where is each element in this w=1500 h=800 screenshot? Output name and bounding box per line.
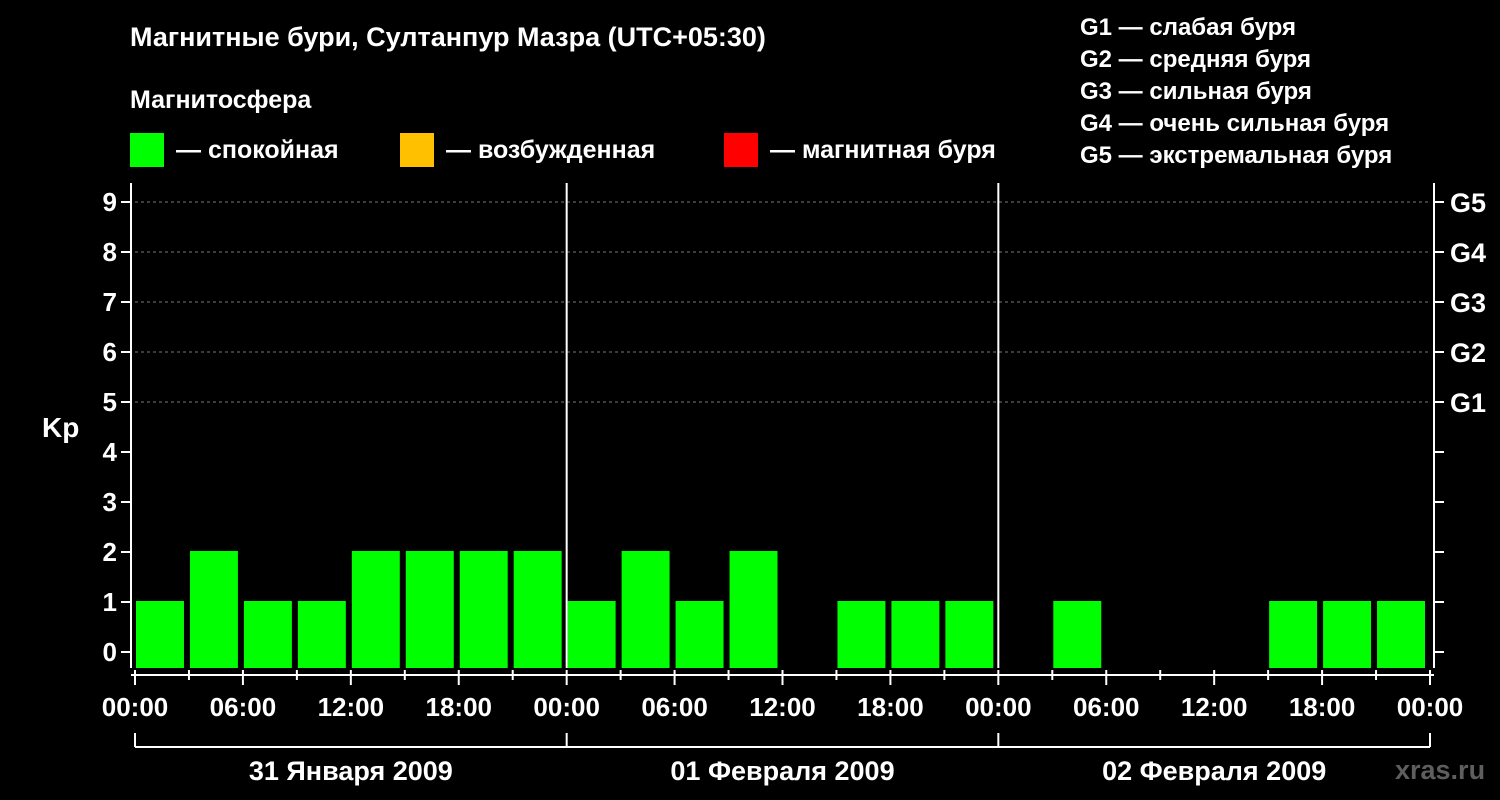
kp-bar [405, 551, 454, 668]
kp-bar [459, 551, 508, 668]
y-tick-label: 9 [103, 187, 117, 217]
kp-bar [675, 601, 724, 668]
kp-bar [1323, 601, 1372, 668]
y-tick-label: 2 [103, 537, 117, 567]
x-tick-label: 12:00 [749, 692, 816, 722]
kp-bar [567, 601, 616, 668]
g-level-label: G3 [1450, 288, 1486, 318]
watermark: xras.ru [1395, 755, 1486, 785]
x-tick-label: 18:00 [426, 692, 493, 722]
y-tick-label: 6 [103, 337, 117, 367]
kp-bar [136, 601, 184, 668]
kp-bar-chart: 0 1 2 3 4 5 6 7 8 9 G1 G2 G3 G4 G5 00:00 06:00 12:00 18:00… [102, 183, 1486, 786]
kp-bar [513, 551, 562, 668]
kp-bar [351, 551, 400, 668]
kp-bar [1269, 601, 1318, 668]
g-level-label: G4 [1450, 238, 1486, 268]
kp-bar [243, 601, 292, 668]
g-level-label: G5 [1450, 188, 1486, 218]
y-tick-label: 3 [103, 487, 117, 517]
x-tick-label: 12:00 [1181, 692, 1248, 722]
kp-bar [837, 601, 886, 668]
y-tick-label: 7 [103, 287, 117, 317]
kp-bar [1377, 601, 1425, 668]
x-tick-label: 06:00 [210, 692, 277, 722]
g-level-label: G1 [1450, 388, 1486, 418]
kp-bar [729, 551, 778, 668]
x-tick-label: 00:00 [965, 692, 1032, 722]
y-tick-label: 4 [103, 437, 118, 467]
y-tick-label: 0 [103, 637, 117, 667]
kp-bar [1053, 601, 1102, 668]
x-tick-label: 06:00 [1073, 692, 1140, 722]
kp-bar [621, 551, 670, 668]
day-label: 02 Февраля 2009 [1102, 756, 1326, 786]
kp-bar [297, 601, 346, 668]
y-tick-label: 5 [103, 387, 117, 417]
g-level-label: G2 [1450, 338, 1486, 368]
y-tick-label: 8 [103, 237, 117, 267]
day-label: 01 Февраля 2009 [670, 756, 894, 786]
day-label: 31 Января 2009 [249, 756, 453, 786]
x-tick-label: 00:00 [1397, 692, 1464, 722]
kp-bar [945, 601, 994, 668]
kp-bar [891, 601, 940, 668]
x-tick-label: 00:00 [102, 692, 169, 722]
x-tick-label: 12:00 [318, 692, 385, 722]
x-tick-label: 00:00 [533, 692, 600, 722]
y-tick-label: 1 [103, 587, 117, 617]
x-tick-label: 18:00 [857, 692, 924, 722]
x-tick-label: 18:00 [1289, 692, 1356, 722]
x-tick-label: 06:00 [641, 692, 708, 722]
kp-bar [189, 551, 238, 668]
